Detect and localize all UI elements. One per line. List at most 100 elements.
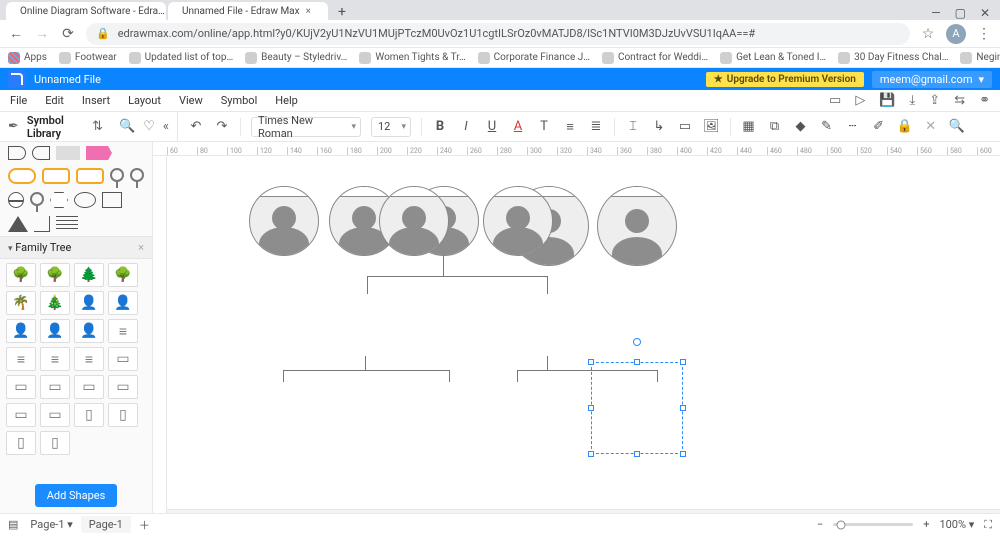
line-spacing-icon[interactable]: ≣ xyxy=(588,119,604,134)
text-style-icon[interactable]: T xyxy=(536,119,552,134)
bookmark-star-icon[interactable]: ☆ xyxy=(920,26,936,42)
italic-icon[interactable]: I xyxy=(458,119,474,134)
underline-icon[interactable]: U xyxy=(484,119,500,134)
shape-sample[interactable] xyxy=(56,146,80,160)
resize-handle[interactable] xyxy=(680,451,686,457)
share-icon[interactable]: ⇆ xyxy=(954,93,965,108)
shape-triangle[interactable] xyxy=(8,216,28,232)
align-icon[interactable]: ≡ xyxy=(562,119,578,135)
menu-edit[interactable]: Edit xyxy=(45,94,64,107)
window-minimize-icon[interactable]: — xyxy=(931,6,940,20)
tree-node-selected[interactable] xyxy=(597,186,677,266)
tree-node[interactable] xyxy=(483,186,553,256)
shape-thumb[interactable]: ▭ xyxy=(6,403,36,427)
shape-thumb[interactable]: ▭ xyxy=(74,375,104,399)
rectangle-icon[interactable]: ▭ xyxy=(677,119,693,134)
resize-handle[interactable] xyxy=(680,359,686,365)
shape-table[interactable] xyxy=(56,216,78,232)
play-icon[interactable]: ▷ xyxy=(855,93,865,108)
fullscreen-icon[interactable]: ⛶ xyxy=(984,518,992,532)
shape-sample[interactable] xyxy=(8,146,26,160)
font-color-icon[interactable]: A xyxy=(510,119,526,134)
shape-rect[interactable] xyxy=(102,192,122,208)
shape-thumb[interactable]: ▭ xyxy=(108,375,138,399)
menu-insert[interactable]: Insert xyxy=(82,94,110,107)
nav-reload-icon[interactable]: ⟳ xyxy=(60,26,76,42)
browser-tab[interactable]: Online Diagram Software - Edra…× xyxy=(6,2,166,20)
connector-icon[interactable]: ↳ xyxy=(651,119,667,134)
export-icon[interactable]: ⇪ xyxy=(929,93,940,108)
shape-thumb[interactable]: ▭ xyxy=(6,375,36,399)
shape-thumb[interactable]: ▯ xyxy=(40,431,70,455)
resize-handle[interactable] xyxy=(588,359,594,365)
shape-circle[interactable] xyxy=(8,192,24,208)
zoom-value[interactable]: 100% ▾ xyxy=(939,518,974,531)
shape-thumb[interactable]: 👤 xyxy=(74,319,104,343)
menu-file[interactable]: File xyxy=(10,94,27,107)
shape-thumb[interactable]: ▭ xyxy=(40,375,70,399)
profile-avatar[interactable]: A xyxy=(946,24,966,44)
tree-node[interactable] xyxy=(379,186,449,256)
upgrade-button[interactable]: ★ Upgrade to Premium Version xyxy=(706,72,864,87)
search-canvas-icon[interactable]: 🔍 xyxy=(949,119,965,134)
search-icon[interactable]: 🔍 xyxy=(119,119,135,134)
shape-thumb[interactable]: 👤 xyxy=(108,291,138,315)
bookmark-item[interactable]: Corporate Finance J… xyxy=(478,52,590,64)
shape-right-angle[interactable] xyxy=(34,216,50,232)
favorite-icon[interactable]: ♡ xyxy=(143,119,155,134)
shape-lollipop[interactable] xyxy=(130,168,144,182)
apps-button[interactable]: Apps xyxy=(8,52,47,64)
tools-icon[interactable]: ✕ xyxy=(923,119,939,134)
bookmark-item[interactable]: Updated list of top… xyxy=(129,52,234,64)
text-tool-icon[interactable]: ⌶ xyxy=(625,119,641,134)
resize-handle[interactable] xyxy=(588,451,594,457)
add-page-button[interactable]: ＋ xyxy=(139,517,150,533)
account-menu[interactable]: meem@gmail.com ▾ xyxy=(872,71,992,88)
add-shapes-button[interactable]: Add Shapes xyxy=(35,484,118,507)
font-size-select[interactable]: 12 xyxy=(371,117,411,137)
new-tab-button[interactable]: + xyxy=(330,4,354,20)
shape-lollipop[interactable] xyxy=(30,192,44,206)
kebab-menu-icon[interactable]: ⋮ xyxy=(976,26,992,42)
menu-view[interactable]: View xyxy=(179,94,203,107)
bookmark-item[interactable]: Beauty – Styledriv… xyxy=(245,52,347,64)
zoom-slider[interactable] xyxy=(833,523,913,526)
download-icon[interactable]: ⤓ xyxy=(910,93,916,108)
shape-ellipse[interactable] xyxy=(74,192,96,208)
font-select[interactable]: Times New Roman xyxy=(251,117,361,137)
bookmark-item[interactable]: Women Tights & Tr… xyxy=(359,52,465,64)
shape-pill[interactable] xyxy=(8,168,36,184)
bookmark-item[interactable]: Contract for Weddi… xyxy=(602,52,708,64)
shape-thumb[interactable]: ▭ xyxy=(40,403,70,427)
close-category-icon[interactable]: × xyxy=(138,241,144,254)
shape-thumb[interactable]: 🎄 xyxy=(40,291,70,315)
shape-thumb[interactable]: ≡ xyxy=(74,347,104,371)
shape-thumb[interactable]: 🌳 xyxy=(108,263,138,287)
shape-thumb[interactable]: ≡ xyxy=(108,319,138,343)
shape-round-rect[interactable] xyxy=(76,168,104,184)
shape-round-rect[interactable] xyxy=(42,168,70,184)
window-close-icon[interactable]: ✕ xyxy=(980,6,990,20)
line-tool-icon[interactable]: ✎ xyxy=(819,119,835,134)
page-tab[interactable]: Page-1 xyxy=(81,516,131,533)
tree-node[interactable] xyxy=(249,186,319,256)
shape-lollipop[interactable] xyxy=(110,168,124,182)
close-tab-icon[interactable]: × xyxy=(306,6,311,17)
window-maximize-icon[interactable]: ▢ xyxy=(955,6,966,20)
shape-thumb[interactable]: 🌲 xyxy=(74,263,104,287)
bookmark-item[interactable]: 30 Day Fitness Chal… xyxy=(838,52,948,64)
resize-handle[interactable] xyxy=(680,405,686,411)
shape-thumb[interactable]: 👤 xyxy=(74,291,104,315)
bookmark-item[interactable]: Negin Mirsalehi xyxy=(960,52,1000,64)
zoom-out-button[interactable]: − xyxy=(817,518,823,531)
page-dropdown[interactable]: Page-1 ▾ xyxy=(30,518,72,531)
undo-icon[interactable]: ↶ xyxy=(188,119,204,134)
shape-thumb[interactable]: 👤 xyxy=(40,319,70,343)
shape-thumb[interactable]: 🌳 xyxy=(40,263,70,287)
app-logo-icon[interactable] xyxy=(8,70,26,88)
shape-thumb[interactable]: ▯ xyxy=(108,403,138,427)
resize-handle[interactable] xyxy=(634,359,640,365)
bold-icon[interactable]: B xyxy=(432,119,448,134)
shape-thumb[interactable]: ≡ xyxy=(40,347,70,371)
browser-tab[interactable]: Unnamed File - Edraw Max× xyxy=(168,2,328,20)
